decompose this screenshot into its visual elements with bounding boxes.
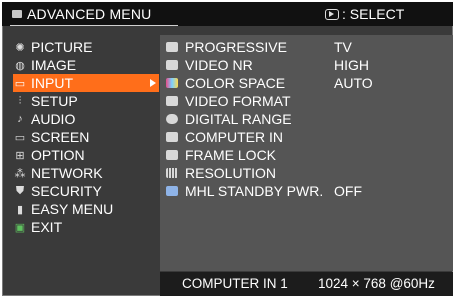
resolution-icon xyxy=(166,168,178,178)
option-value: HIGH xyxy=(334,57,369,73)
option-progressive[interactable]: PROGRESSIVE TV xyxy=(166,38,446,56)
option-computer-in[interactable]: COMPUTER IN xyxy=(166,128,446,146)
select-hint-label: : xyxy=(342,6,350,22)
option-label: PROGRESSIVE xyxy=(185,39,287,55)
menu-item-security[interactable]: ⛊ SECURITY xyxy=(13,182,159,200)
menu-title: ADVANCED MENU xyxy=(27,6,152,22)
frame-lock-icon xyxy=(166,150,178,160)
screen-icon: ▭ xyxy=(14,131,26,144)
option-label: RESOLUTION xyxy=(185,165,277,181)
security-icon: ⛊ xyxy=(15,184,25,197)
option-label: COMPUTER IN xyxy=(185,129,283,145)
color-space-icon xyxy=(166,78,178,88)
option-value: AUTO xyxy=(334,75,373,91)
menu-item-label: OPTION xyxy=(31,147,85,163)
progressive-icon xyxy=(166,42,178,52)
video-format-icon xyxy=(166,96,178,106)
computer-in-icon xyxy=(166,132,178,142)
menu-item-exit[interactable]: ▣ EXIT xyxy=(13,218,159,236)
menu-item-easy-menu[interactable]: ▮ EASY MENU xyxy=(13,200,159,218)
menu-item-setup[interactable]: ⫶ SETUP xyxy=(13,92,159,110)
option-label: MHL STANDBY PWR. xyxy=(185,183,324,199)
menu-item-label: AUDIO xyxy=(31,111,76,127)
select-hint: : SELECT xyxy=(325,6,404,22)
audio-icon: ♪ xyxy=(17,113,23,125)
option-icon: ⊞ xyxy=(15,149,25,162)
option-label: VIDEO NR xyxy=(185,57,253,73)
menu-item-label: INPUT xyxy=(31,75,73,91)
menu-item-screen[interactable]: ▭ SCREEN xyxy=(13,128,159,146)
menu-item-label: SECURITY xyxy=(31,183,102,199)
menu-item-label: SCREEN xyxy=(31,129,90,145)
menu-item-option[interactable]: ⊞ OPTION xyxy=(13,146,159,164)
menu-item-network[interactable]: ⁂ NETWORK xyxy=(13,164,159,182)
select-hint-text: SELECT xyxy=(349,6,405,22)
menu-item-label: IMAGE xyxy=(31,57,77,73)
picture-icon: ✺ xyxy=(15,41,25,54)
menu-item-label: PICTURE xyxy=(31,39,93,55)
input-submenu: PROGRESSIVE TV VIDEO NR HIGH COLOR SPACE… xyxy=(160,35,453,271)
menu-item-label: EXIT xyxy=(31,219,63,235)
option-video-format[interactable]: VIDEO FORMAT xyxy=(166,92,446,110)
option-label: DIGITAL RANGE xyxy=(185,111,292,127)
option-label: COLOR SPACE xyxy=(185,75,286,91)
menu-item-input[interactable]: ▭ INPUT xyxy=(13,74,159,92)
enter-button-icon xyxy=(325,8,339,20)
easy-menu-icon: ▮ xyxy=(16,203,24,216)
network-icon: ⁂ xyxy=(14,167,26,180)
exit-icon: ▣ xyxy=(14,221,26,234)
menu-item-label: SETUP xyxy=(31,93,78,109)
submenu-arrow-icon xyxy=(150,79,156,87)
option-frame-lock[interactable]: FRAME LOCK xyxy=(166,146,446,164)
option-value: TV xyxy=(334,39,352,55)
image-icon: ◍ xyxy=(15,59,25,72)
option-label: VIDEO FORMAT xyxy=(185,93,291,109)
menu-item-label: EASY MENU xyxy=(31,201,114,217)
main-menu: ✺ PICTURE ◍ IMAGE ▭ INPUT ⫶ SETUP ♪ AUDI… xyxy=(2,26,160,296)
digital-range-icon xyxy=(166,114,178,124)
status-bar: COMPUTER IN 1 1024 × 768 @60Hz xyxy=(160,272,453,296)
input-icon: ▭ xyxy=(14,77,26,90)
option-digital-range[interactable]: DIGITAL RANGE xyxy=(166,110,446,128)
menu-header: ADVANCED MENU : SELECT xyxy=(2,2,453,26)
current-input: COMPUTER IN 1 xyxy=(182,276,288,291)
option-resolution[interactable]: RESOLUTION xyxy=(166,164,446,182)
mhl-standby-icon xyxy=(166,186,178,196)
option-label: FRAME LOCK xyxy=(185,147,277,163)
option-value: OFF xyxy=(334,183,362,199)
signal-info: 1024 × 768 @60Hz xyxy=(318,276,435,291)
setup-icon: ⫶ xyxy=(18,94,22,107)
menu-item-audio[interactable]: ♪ AUDIO xyxy=(13,110,159,128)
option-color-space[interactable]: COLOR SPACE AUTO xyxy=(166,74,446,92)
menu-item-label: NETWORK xyxy=(31,165,103,181)
menu-item-image[interactable]: ◍ IMAGE xyxy=(13,56,159,74)
menu-icon xyxy=(12,10,22,18)
menu-item-picture[interactable]: ✺ PICTURE xyxy=(13,38,159,56)
option-mhl-standby-pwr[interactable]: MHL STANDBY PWR. OFF xyxy=(166,182,446,200)
video-nr-icon xyxy=(166,60,178,70)
option-video-nr[interactable]: VIDEO NR HIGH xyxy=(166,56,446,74)
